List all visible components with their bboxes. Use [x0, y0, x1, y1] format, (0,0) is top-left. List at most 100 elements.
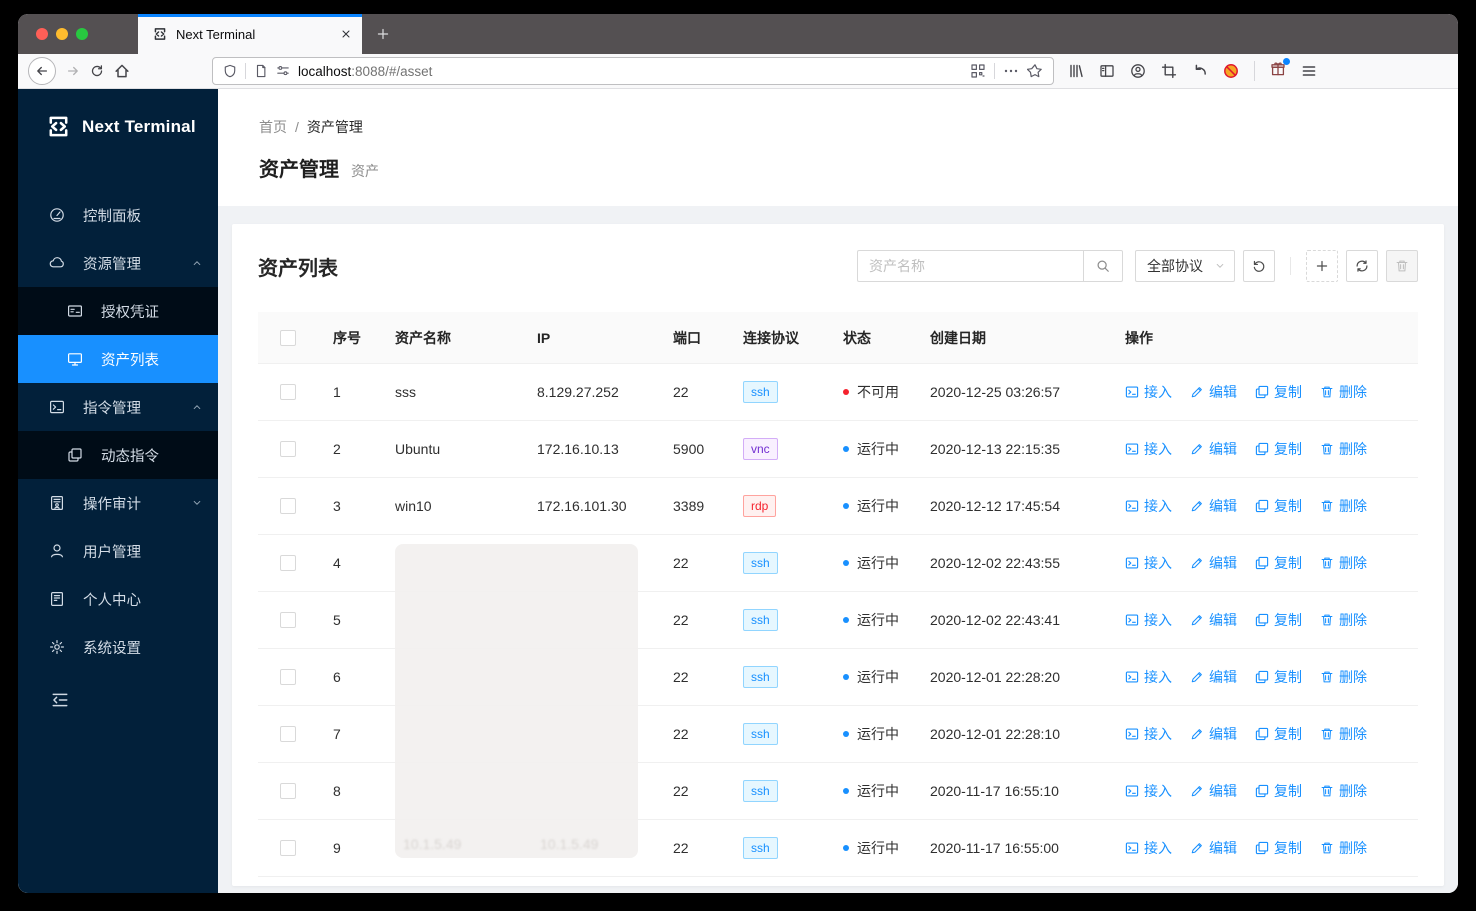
- edit-action[interactable]: 编辑: [1190, 610, 1237, 630]
- connect-action[interactable]: 接入: [1125, 610, 1172, 630]
- delete-action[interactable]: 删除: [1320, 610, 1367, 630]
- account-icon[interactable]: [1130, 63, 1146, 79]
- copy-action[interactable]: 复制: [1255, 610, 1302, 630]
- refresh-button[interactable]: [1346, 250, 1378, 282]
- sidebar-collapse-button[interactable]: [18, 691, 218, 714]
- connect-action[interactable]: 接入: [1125, 439, 1172, 459]
- page-actions-icon[interactable]: [1003, 63, 1019, 79]
- select-all-checkbox[interactable]: [279, 329, 296, 346]
- shield-icon[interactable]: [223, 64, 237, 78]
- connect-action[interactable]: 接入: [1125, 724, 1172, 744]
- minimize-window-button[interactable]: [56, 28, 68, 40]
- protocol-cell: ssh: [727, 666, 827, 688]
- app-logo[interactable]: Next Terminal: [18, 89, 218, 164]
- edit-action[interactable]: 编辑: [1190, 724, 1237, 744]
- qr-code-icon[interactable]: [970, 63, 986, 79]
- row-checkbox[interactable]: [279, 384, 296, 400]
- row-checkbox[interactable]: [279, 783, 296, 799]
- tab-close-icon[interactable]: [340, 28, 352, 40]
- reset-button[interactable]: [1243, 250, 1275, 282]
- url-text[interactable]: localhost:8088/#/asset: [298, 64, 962, 79]
- copy-action[interactable]: 复制: [1255, 439, 1302, 459]
- delete-action[interactable]: 删除: [1320, 439, 1367, 459]
- back-button[interactable]: [28, 57, 56, 85]
- bookmark-star-icon[interactable]: [1027, 63, 1043, 79]
- connect-action[interactable]: 接入: [1125, 781, 1172, 801]
- row-checkbox[interactable]: [279, 669, 296, 685]
- delete-action[interactable]: 删除: [1320, 838, 1367, 858]
- copy-action[interactable]: 复制: [1255, 382, 1302, 402]
- search-button[interactable]: [1083, 250, 1123, 282]
- delete-action[interactable]: 删除: [1320, 724, 1367, 744]
- row-checkbox[interactable]: [279, 498, 296, 514]
- sidebar-item[interactable]: 系统设置: [18, 623, 218, 671]
- connect-action[interactable]: 接入: [1125, 838, 1172, 858]
- add-asset-button[interactable]: [1306, 250, 1338, 282]
- edit-action[interactable]: 编辑: [1190, 667, 1237, 687]
- connect-action[interactable]: 接入: [1125, 382, 1172, 402]
- url-path: :8088/#/asset: [351, 63, 433, 79]
- edit-action[interactable]: 编辑: [1190, 382, 1237, 402]
- copy-action[interactable]: 复制: [1255, 724, 1302, 744]
- row-checkbox[interactable]: [279, 612, 296, 628]
- delete-action[interactable]: 删除: [1320, 781, 1367, 801]
- row-checkbox[interactable]: [279, 555, 296, 571]
- row-checkbox[interactable]: [279, 441, 296, 457]
- edit-action[interactable]: 编辑: [1190, 439, 1237, 459]
- status-dot: [843, 845, 849, 851]
- delete-action[interactable]: 删除: [1320, 382, 1367, 402]
- search-input[interactable]: [857, 250, 1083, 282]
- row-checkbox[interactable]: [279, 726, 296, 742]
- copy-action[interactable]: 复制: [1255, 781, 1302, 801]
- copy-action[interactable]: 复制: [1255, 496, 1302, 516]
- maximize-window-button[interactable]: [76, 28, 88, 40]
- delete-action[interactable]: 删除: [1320, 553, 1367, 573]
- sidebar-item[interactable]: 资源管理: [18, 239, 218, 287]
- adblock-icon[interactable]: [1223, 63, 1239, 79]
- menu-hamburger-icon[interactable]: [1301, 63, 1317, 79]
- url-bar[interactable]: localhost:8088/#/asset: [212, 57, 1054, 85]
- protocol-filter-select[interactable]: 全部协议: [1135, 250, 1235, 282]
- home-button[interactable]: [114, 63, 130, 79]
- batch-delete-button[interactable]: [1386, 250, 1418, 282]
- sidebar-item[interactable]: 资产列表: [18, 335, 218, 383]
- sidebar-item[interactable]: 个人中心: [18, 575, 218, 623]
- copy-action[interactable]: 复制: [1255, 667, 1302, 687]
- page-subtitle: 资产: [351, 163, 379, 179]
- reload-button[interactable]: [90, 64, 104, 78]
- library-icon[interactable]: [1068, 63, 1084, 79]
- screenshot-crop-icon[interactable]: [1161, 63, 1177, 79]
- page-info-icon[interactable]: [254, 64, 268, 78]
- delete-action[interactable]: 删除: [1320, 667, 1367, 687]
- browser-tab[interactable]: Next Terminal: [138, 14, 362, 54]
- sidebar-item[interactable]: 用户管理: [18, 527, 218, 575]
- delete-action[interactable]: 删除: [1320, 496, 1367, 516]
- sidebars-icon[interactable]: [1099, 63, 1115, 79]
- connect-action[interactable]: 接入: [1125, 667, 1172, 687]
- edit-action[interactable]: 编辑: [1190, 553, 1237, 573]
- row-checkbox[interactable]: [279, 840, 296, 856]
- sidebar-item[interactable]: 动态指令: [18, 431, 218, 479]
- connect-action[interactable]: 接入: [1125, 553, 1172, 573]
- edit-action[interactable]: 编辑: [1190, 496, 1237, 516]
- copy-action[interactable]: 复制: [1255, 838, 1302, 858]
- whats-new-button[interactable]: [1270, 57, 1290, 82]
- permissions-icon[interactable]: [276, 64, 290, 78]
- breadcrumb-home[interactable]: 首页: [259, 117, 287, 137]
- restore-undo-icon[interactable]: [1192, 63, 1208, 79]
- new-tab-button[interactable]: [362, 14, 404, 54]
- notification-dot: [1283, 57, 1290, 65]
- sidebar-item[interactable]: 授权凭证: [18, 287, 218, 335]
- edit-icon: [1190, 841, 1204, 855]
- close-window-button[interactable]: [36, 28, 48, 40]
- connect-action[interactable]: 接入: [1125, 496, 1172, 516]
- edit-action[interactable]: 编辑: [1190, 781, 1237, 801]
- sidebar-item[interactable]: 指令管理: [18, 383, 218, 431]
- copy-action[interactable]: 复制: [1255, 553, 1302, 573]
- status-cell: 运行中: [827, 838, 914, 858]
- ip-cell: 172.16.101.30: [537, 498, 627, 514]
- sidebar-item[interactable]: 控制面板: [18, 191, 218, 239]
- sidebar-item[interactable]: 操作审计: [18, 479, 218, 527]
- forward-button[interactable]: [66, 64, 80, 78]
- edit-action[interactable]: 编辑: [1190, 838, 1237, 858]
